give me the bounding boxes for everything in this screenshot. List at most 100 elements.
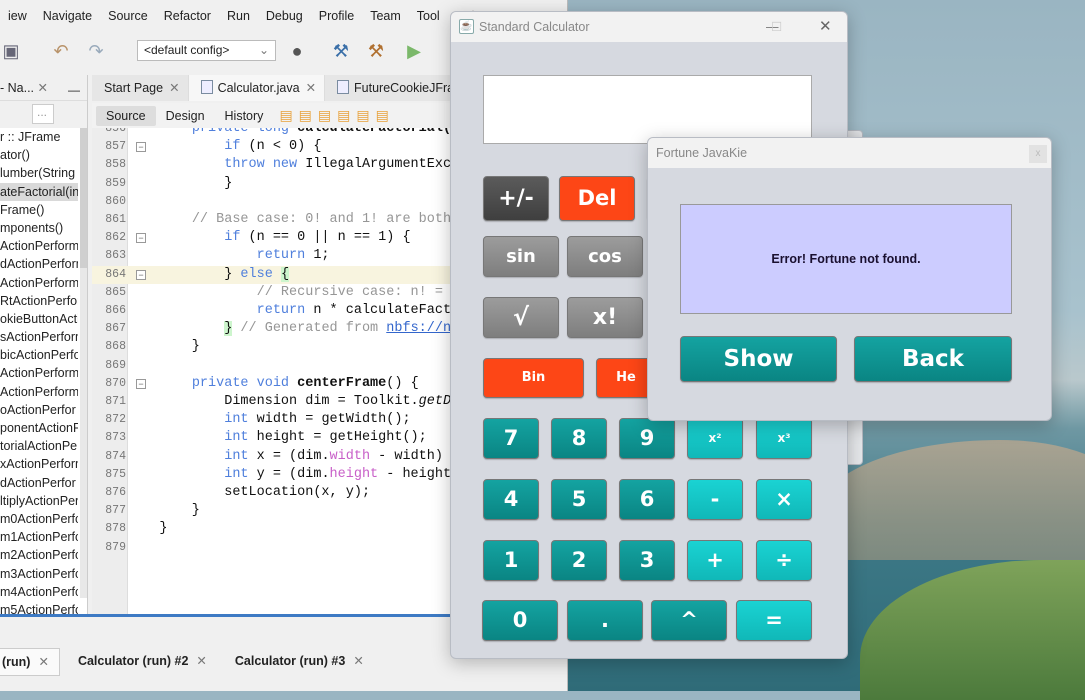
navigator-scrollbar[interactable] [80, 128, 87, 598]
calc-button-times[interactable]: × [756, 479, 812, 520]
run-icon[interactable]: ▶ [403, 40, 425, 62]
output-tab[interactable]: (run) ✕ [0, 648, 60, 676]
calc-button-cos[interactable]: cos [567, 236, 643, 277]
close-icon[interactable]: ✕ [306, 81, 316, 95]
navigator-item[interactable]: dActionPerfor [0, 474, 78, 492]
back-button[interactable]: Back [854, 336, 1012, 382]
find-icon[interactable]: ▤ [337, 107, 350, 124]
view-tab-source[interactable]: Source [96, 105, 156, 126]
calculator-display[interactable] [483, 75, 812, 144]
menu-item-team[interactable]: Team [362, 5, 409, 27]
navigator-item[interactable]: oActionPerfor [0, 401, 78, 419]
navigator-item[interactable]: ActionPerform [0, 237, 78, 255]
navigator-item[interactable]: bicActionPerfo [0, 346, 78, 364]
calc-button-n6[interactable]: 6 [619, 479, 675, 520]
config-dropdown[interactable]: <default config> ⌄ [137, 40, 276, 61]
navigator-item[interactable]: Frame() [0, 201, 78, 219]
save-all-icon[interactable]: ▣ [0, 40, 22, 62]
show-button[interactable]: Show [680, 336, 837, 382]
calc-button-plus[interactable]: + [687, 540, 743, 581]
calc-button-sq[interactable]: x² [687, 418, 743, 459]
build-hammer-icon[interactable]: ⚒ [330, 40, 352, 62]
next-occurrence-icon[interactable]: ▤ [376, 107, 389, 124]
navigator-item[interactable]: RtActionPerfor [0, 292, 78, 310]
minimize-icon[interactable]: — [68, 77, 80, 103]
navigator-item[interactable]: ator() [0, 146, 78, 164]
menu-item-profile[interactable]: Profile [311, 5, 362, 27]
close-button[interactable]: x [1029, 145, 1047, 163]
navigator-item[interactable]: mponents() [0, 219, 78, 237]
calc-button-div[interactable]: ÷ [756, 540, 812, 581]
last-edit-icon[interactable]: ▤ [299, 107, 312, 124]
navigator-item[interactable]: m4ActionPerfc [0, 583, 78, 601]
close-icon[interactable]: ✕ [196, 654, 206, 668]
navigator-tab[interactable]: - Na... [0, 81, 34, 95]
calc-button-sin[interactable]: sin [483, 236, 559, 277]
calc-button-sqrt[interactable]: √ [483, 297, 559, 338]
calc-button-n1[interactable]: 1 [483, 540, 539, 581]
code-link[interactable]: nbfs://n [386, 321, 451, 336]
menu-item-navigate[interactable]: Navigate [35, 5, 100, 27]
menu-item-refactor[interactable]: Refactor [156, 5, 219, 27]
calc-button-n4[interactable]: 4 [483, 479, 539, 520]
navigator-filter[interactable]: ... [32, 104, 54, 124]
close-icon[interactable]: ✕ [38, 81, 48, 95]
menu-item-debug[interactable]: Debug [258, 5, 311, 27]
navigator-item[interactable]: ActionPerform [0, 364, 78, 382]
calc-button-minus[interactable]: - [687, 479, 743, 520]
navigator-item[interactable]: m5ActionPerfc [0, 601, 78, 615]
navigator-item[interactable]: m3ActionPerfc [0, 565, 78, 583]
output-tab[interactable]: Calculator (run) #3 ✕ [217, 648, 374, 676]
navigator-item[interactable]: lumber(String [0, 164, 78, 182]
close-icon[interactable]: ✕ [353, 654, 363, 668]
navigator-item[interactable]: ateFactorial(int [0, 182, 78, 201]
navigator-item[interactable]: ltiplyActionPer [0, 492, 78, 510]
calc-button-cube[interactable]: x³ [756, 418, 812, 459]
navigator-item[interactable]: xActionPerform [0, 455, 78, 473]
calc-button-bin[interactable]: Bin [483, 358, 584, 398]
calc-button-dot[interactable]: . [567, 600, 643, 641]
calc-button-eq[interactable]: = [736, 600, 812, 641]
clean-build-icon[interactable]: ⚒ [365, 40, 387, 62]
navigator-item[interactable]: ActionPerform [0, 383, 78, 401]
navigator-item[interactable]: dActionPerform [0, 255, 78, 273]
navigator-item[interactable]: okieButtonActi [0, 310, 78, 328]
menu-item-tool[interactable]: Tool [409, 5, 448, 27]
output-tab[interactable]: Calculator (run) #2 ✕ [60, 648, 217, 676]
menu-item-run[interactable]: Run [219, 5, 258, 27]
close-icon[interactable]: ✕ [38, 655, 48, 669]
navigator-item[interactable]: m0ActionPerfc [0, 510, 78, 528]
calc-button-plusminus[interactable]: +/- [483, 176, 549, 221]
calc-button-del[interactable]: Del [559, 176, 635, 221]
forward-icon[interactable]: ▤ [318, 107, 331, 124]
navigator-item[interactable]: r :: JFrame [0, 128, 78, 146]
calc-button-n7[interactable]: 7 [483, 418, 539, 459]
redo-icon[interactable]: ↷ [85, 40, 107, 62]
view-tab-design[interactable]: Design [156, 106, 215, 126]
navigator-item[interactable]: m1ActionPerfc [0, 528, 78, 546]
navigator-item[interactable]: sActionPerform [0, 328, 78, 346]
menu-item-iew[interactable]: iew [0, 5, 35, 27]
calc-button-n5[interactable]: 5 [551, 479, 607, 520]
calc-button-fact[interactable]: x! [567, 297, 643, 338]
maximize-button[interactable]: ☐ [771, 12, 782, 42]
calc-button-n3[interactable]: 3 [619, 540, 675, 581]
globe-icon[interactable]: ● [286, 40, 308, 62]
editor-tab[interactable]: Calculator.java ✕ [188, 75, 326, 101]
view-tab-history[interactable]: History [215, 106, 274, 126]
calc-button-n8[interactable]: 8 [551, 418, 607, 459]
navigator-item[interactable]: ponentActionPe [0, 419, 78, 437]
prev-occurrence-icon[interactable]: ▤ [356, 107, 369, 124]
calc-button-n2[interactable]: 2 [551, 540, 607, 581]
calc-button-n9[interactable]: 9 [619, 418, 675, 459]
navigator-item[interactable]: ActionPerform [0, 274, 78, 292]
undo-icon[interactable]: ↶ [50, 40, 72, 62]
close-icon[interactable]: ✕ [169, 81, 179, 95]
calc-button-n0[interactable]: 0 [482, 600, 558, 641]
back-icon[interactable]: ▤ [279, 107, 292, 124]
calc-button-pow[interactable]: ^ [651, 600, 727, 641]
navigator-item[interactable]: torialActionPe [0, 437, 78, 455]
navigator-item[interactable]: m2ActionPerfc [0, 546, 78, 564]
menu-item-source[interactable]: Source [100, 5, 156, 27]
close-button[interactable]: ✕ [819, 12, 832, 42]
